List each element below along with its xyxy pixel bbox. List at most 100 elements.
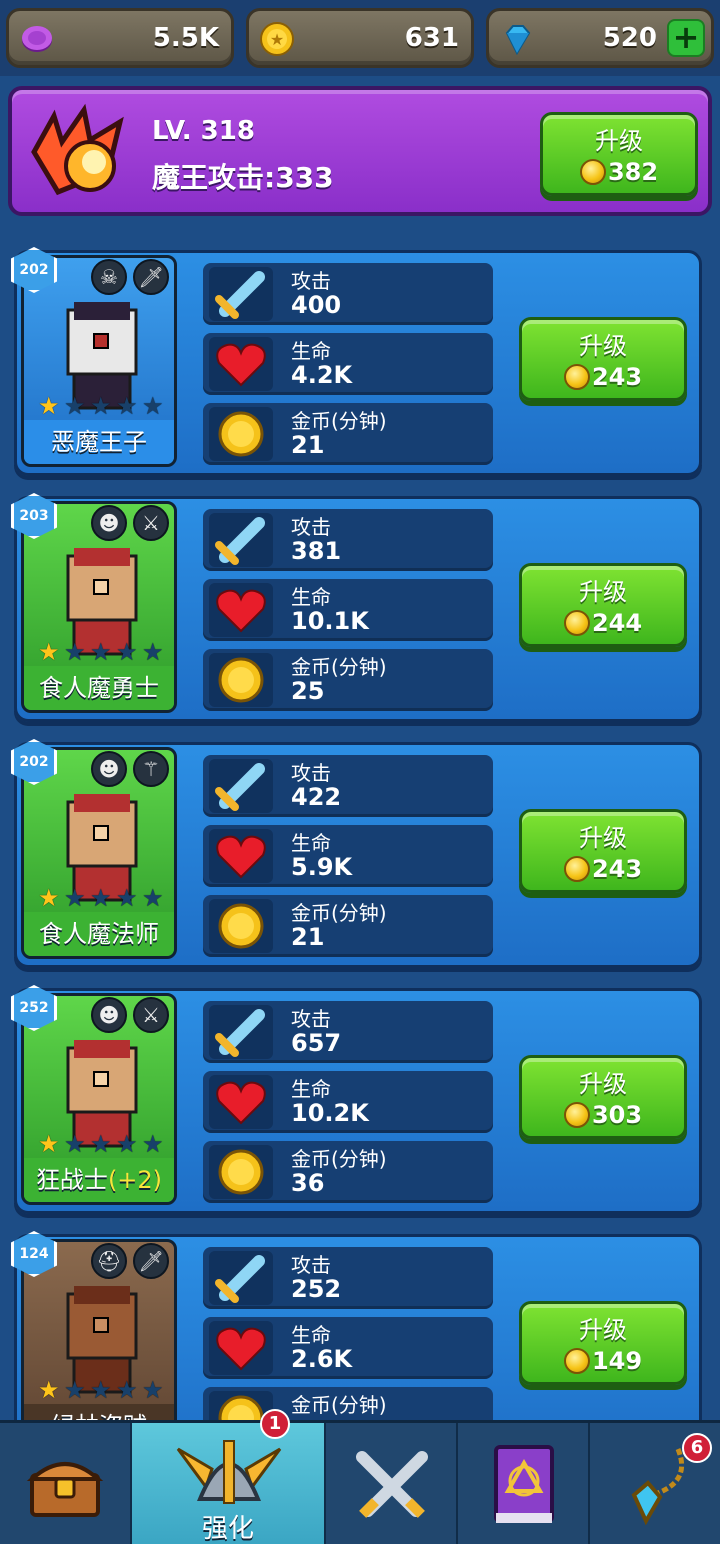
sword-icon: ⚔ — [133, 505, 169, 541]
hp-label: 生命 — [291, 831, 331, 855]
gold-rate-stat: 金币(分钟) 21 — [203, 403, 493, 465]
gold-coin-icon — [579, 159, 606, 185]
boss-panel: LV. 318 魔王攻击:333 升级 382 — [8, 86, 712, 216]
gold-rate-stat: 金币(分钟) 21 — [203, 895, 493, 957]
hero-name-bar: 食人魔勇士(+1) — [24, 666, 174, 710]
sword-icon — [209, 267, 273, 321]
sword-icon: ⚔ — [133, 997, 169, 1033]
nav-shop[interactable] — [0, 1423, 132, 1544]
gem-value: 520 — [602, 23, 657, 53]
nav-battle[interactable] — [326, 1423, 458, 1544]
attack-stat: 攻击 400 — [203, 263, 493, 325]
star-icon: ★ — [90, 638, 112, 666]
gold-rate-value: 25 — [291, 677, 325, 705]
upgrade-cost: 382 — [607, 158, 659, 186]
hero-name: 狂战士 — [35, 1166, 108, 1194]
potion-counter[interactable]: 5.5K — [6, 8, 234, 68]
gold-coin-icon: ★ — [260, 22, 294, 56]
hp-value: 10.2K — [291, 1099, 369, 1127]
fire-crown-icon — [31, 103, 124, 196]
hero-card[interactable]: ★ ★ ★ ★ ★ 狂战士(+2) 252 ☻ ⚔ 攻击 657 生命 10.2… — [11, 985, 702, 1214]
gold-coin-icon — [563, 364, 590, 390]
star-icon: ★ — [116, 1376, 138, 1404]
upgrade-label: 升级 — [579, 1316, 627, 1344]
hp-stat: 生命 4.2K — [203, 333, 493, 395]
hp-stat: 生命 10.1K — [203, 579, 493, 641]
hero-upgrade-button[interactable]: 升级 244 — [519, 563, 687, 647]
star-icon: ★ — [116, 1130, 138, 1158]
dagger-icon: 🗡 — [133, 259, 169, 295]
upgrade-label: 升级 — [579, 824, 627, 852]
orc-face-icon: ☻ — [91, 997, 127, 1033]
gold-rate-label: 金币(分钟) — [291, 409, 387, 433]
sword-icon — [209, 513, 273, 567]
nav-upgrade-label: 强化 — [201, 1514, 254, 1544]
gold-coin-icon — [563, 1102, 590, 1128]
gold-rate-label: 金币(分钟) — [291, 655, 387, 679]
attack-label: 攻击 — [291, 269, 331, 293]
purple-coin-icon — [22, 26, 52, 52]
star-icon: ★ — [38, 638, 60, 666]
attack-value: 400 — [291, 291, 342, 319]
gold-coin-icon — [563, 610, 590, 636]
star-icon: ★ — [116, 638, 138, 666]
gold-rate-value: 21 — [291, 431, 325, 459]
add-gems-button[interactable]: + — [667, 19, 705, 57]
upgrade-cost: 243 — [591, 363, 643, 391]
hero-name-bar: 恶魔王子 — [24, 420, 174, 464]
spell-book-icon — [494, 1445, 554, 1523]
upgrade-label: 升级 — [579, 1070, 627, 1098]
nav-spellbook[interactable] — [458, 1423, 590, 1544]
hp-label: 生命 — [291, 339, 331, 363]
star-rating: ★ ★ ★ ★ ★ — [38, 886, 166, 910]
attack-label: 攻击 — [291, 515, 331, 539]
star-icon: ★ — [64, 392, 86, 420]
gold-counter[interactable]: ★ 631 — [246, 8, 474, 68]
nav-upgrade[interactable]: 强化 1 — [132, 1409, 326, 1544]
gold-rate-stat: 金币(分钟) 25 — [203, 649, 493, 711]
attack-label: 攻击 — [291, 761, 331, 785]
crossed-swords-icon — [356, 1451, 428, 1518]
hero-upgrade-button[interactable]: 升级 243 — [519, 809, 687, 893]
svg-text:★: ★ — [270, 30, 284, 49]
gem-counter[interactable]: 520 + — [486, 8, 714, 68]
orc-face-icon: ☻ — [91, 505, 127, 541]
star-icon: ★ — [142, 884, 164, 912]
hp-value: 4.2K — [291, 361, 353, 389]
boss-upgrade-button[interactable]: 升级 382 — [540, 112, 698, 196]
star-icon: ★ — [38, 884, 60, 912]
upgrade-label: 升级 — [595, 127, 643, 155]
hero-upgrade-button[interactable]: 升级 149 — [519, 1301, 687, 1385]
gold-coin-icon — [209, 899, 273, 953]
hero-card[interactable]: ★ ★ ★ ★ ★ 恶魔王子 202 ☠ 🗡 攻击 400 生命 4.2K 金币… — [11, 247, 702, 476]
heart-icon — [209, 1321, 273, 1375]
heart-icon — [209, 1075, 273, 1129]
attack-stat: 攻击 381 — [203, 509, 493, 571]
hero-upgrade-button[interactable]: 升级 303 — [519, 1055, 687, 1139]
hero-bonus: (+2) — [107, 1166, 163, 1194]
bottom-nav: 强化 1 6 — [0, 1409, 720, 1544]
nav-equipment[interactable]: 6 — [590, 1423, 720, 1544]
star-rating: ★ ★ ★ ★ ★ — [38, 640, 166, 664]
hero-card[interactable]: ★★★★★ 食人魔勇士(+1) 203 ☻ ⚔ 攻击 381 — [11, 493, 702, 722]
hero-upgrade-button[interactable]: 升级 243 — [519, 317, 687, 401]
dagger-icon: 🗡 — [133, 1243, 169, 1279]
sword-icon — [209, 1005, 273, 1059]
attack-label: 攻击 — [291, 1253, 331, 1277]
hero-card[interactable]: ★ ★ ★ ★ ★ 食人魔法师 202 ☻ ⚚ 攻击 422 生命 5.9K 金… — [11, 739, 702, 968]
star-icon: ★ — [90, 1376, 112, 1404]
resource-bar: 5.5K ★ 631 520 + — [0, 0, 720, 76]
heart-icon — [209, 337, 273, 391]
star-icon: ★ — [38, 1130, 60, 1158]
upgrade-cost: 244 — [591, 609, 643, 637]
gold-value: 631 — [404, 23, 459, 53]
orc-face-icon: ☻ — [91, 751, 127, 787]
diamond-icon — [505, 25, 531, 56]
star-rating: ★ ★ ★ ★ ★ — [38, 1378, 166, 1402]
demon-skull-icon: ☠ — [91, 259, 127, 295]
amulet-icon — [631, 1448, 685, 1526]
gold-rate-value: 36 — [291, 1169, 325, 1197]
hero-name: 恶魔王子 — [51, 428, 147, 456]
star-icon: ★ — [142, 1130, 164, 1158]
hp-label: 生命 — [291, 1323, 331, 1347]
